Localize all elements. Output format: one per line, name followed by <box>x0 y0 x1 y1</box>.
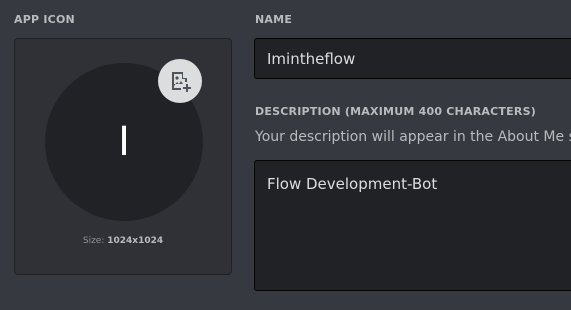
app-icon-card: I Size: 1024x1024 <box>14 38 232 275</box>
name-label: NAME <box>255 13 293 26</box>
app-settings-page: APP ICON I Size: 1024x1024 NAME DESCRIPT… <box>0 0 571 310</box>
description-hint: Your description will appear in the Abou… <box>255 129 571 145</box>
avatar-letter: I <box>118 119 130 165</box>
app-icon-label: APP ICON <box>14 13 75 26</box>
description-textarea[interactable]: Flow Development-Bot <box>254 160 571 291</box>
image-plus-icon <box>172 72 191 92</box>
size-value: 1024x1024 <box>107 236 164 246</box>
icon-size-info: Size: 1024x1024 <box>15 236 231 246</box>
description-label: DESCRIPTION (MAXIMUM 400 CHARACTERS) <box>255 105 536 118</box>
name-input[interactable] <box>254 38 571 79</box>
upload-image-button[interactable] <box>158 59 202 103</box>
size-prefix: Size: <box>82 236 108 246</box>
